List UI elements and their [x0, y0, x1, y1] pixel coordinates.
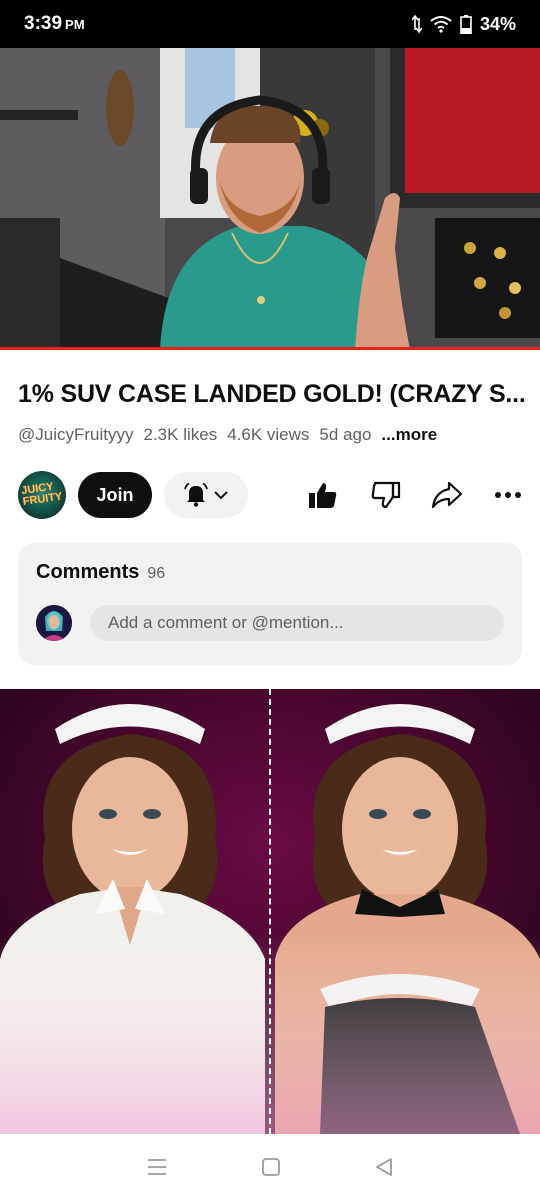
like-button[interactable] [305, 477, 341, 513]
status-bar: 3:39 PM 34% [0, 0, 540, 48]
comments-label: Comments [36, 561, 140, 583]
video-progress-bar[interactable] [0, 347, 540, 350]
channel-handle[interactable]: @JuicyFruityyy [18, 425, 134, 445]
wifi-icon [430, 16, 452, 33]
comments-count: 96 [147, 565, 166, 582]
battery-level: 34% [479, 13, 516, 34]
share-button[interactable] [429, 477, 465, 513]
ad-image[interactable] [0, 689, 540, 1134]
battery-icon [460, 14, 472, 34]
notification-button[interactable] [164, 472, 248, 518]
video-player[interactable] [0, 48, 540, 350]
video-meta[interactable]: @JuicyFruityyy 2.3K likes 4.6K views 5d … [18, 425, 437, 445]
join-button[interactable]: Join [78, 472, 152, 518]
thumbs-down-icon [371, 481, 401, 509]
more-actions-button[interactable] [490, 477, 526, 513]
comments-header: Comments 96 [36, 561, 165, 584]
user-avatar-image [36, 605, 72, 641]
channel-avatar[interactable]: JUICY FRUITY [18, 471, 66, 519]
status-icons: 34% [411, 13, 516, 35]
video-thumbnail [0, 48, 540, 350]
ad-divider [269, 689, 271, 1134]
chevron-down-icon [214, 491, 228, 500]
channel-avatar-logo: JUICY FRUITY [20, 480, 64, 508]
comment-input[interactable]: Add a comment or @mention... [90, 605, 504, 641]
more-button[interactable]: ...more [381, 425, 437, 445]
bell-icon [184, 482, 208, 507]
system-nav-bar [0, 1134, 540, 1200]
comments-card[interactable]: Comments 96 Add a comment or @mention... [18, 543, 522, 665]
upload-age: 5d ago [319, 425, 372, 444]
back-icon[interactable] [375, 1157, 393, 1177]
dislike-button[interactable] [368, 477, 404, 513]
share-icon [431, 481, 463, 509]
like-count: 2.3K likes [143, 425, 218, 444]
home-icon[interactable] [262, 1158, 280, 1176]
user-avatar [36, 605, 72, 641]
data-arrows-icon [411, 15, 422, 33]
more-icon [495, 492, 521, 498]
recents-icon[interactable] [147, 1158, 167, 1176]
status-time: 3:39 PM [24, 13, 85, 34]
thumbs-up-icon [309, 483, 337, 508]
video-title[interactable]: 1% SUV CASE LANDED GOLD! (CRAZY S... [18, 380, 528, 409]
view-count: 4.6K views [227, 425, 310, 444]
action-row: JUICY FRUITY Join [18, 470, 524, 520]
